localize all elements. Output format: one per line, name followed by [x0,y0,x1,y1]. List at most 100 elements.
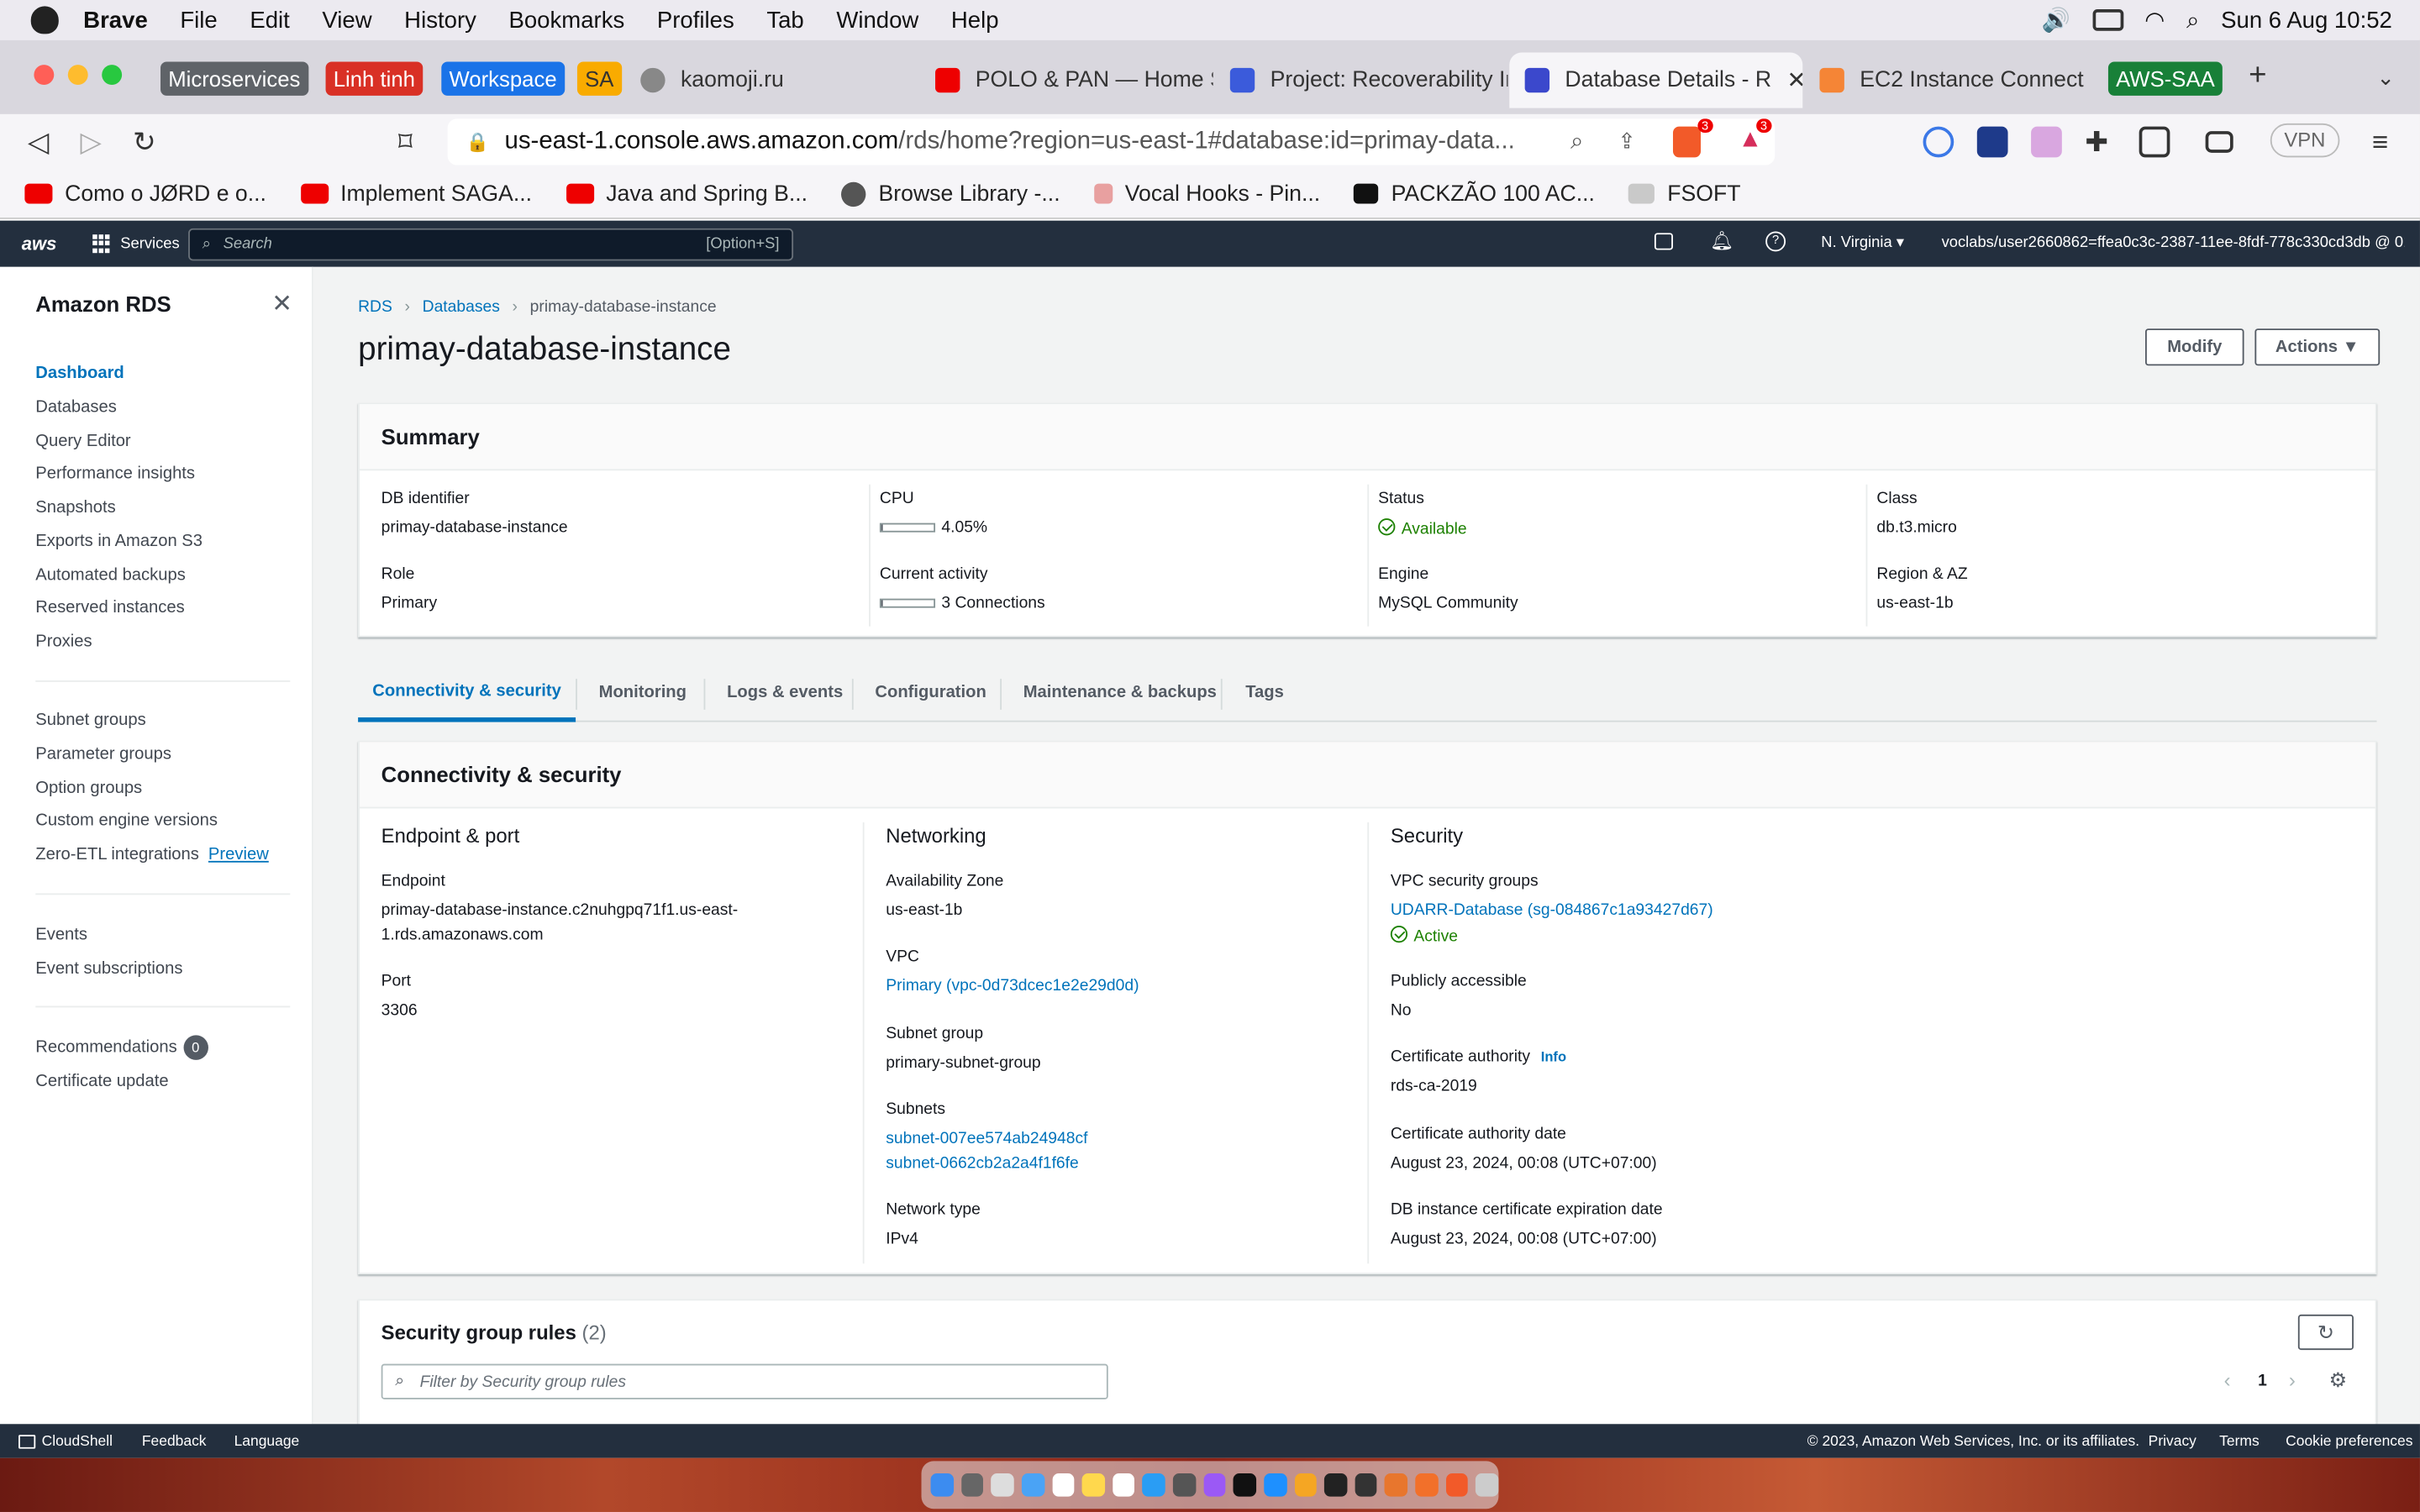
tab-group-workspace[interactable]: Workspace [441,61,565,96]
sidebar-item-option-groups[interactable]: Option groups [35,780,142,798]
breadcrumb-databases[interactable]: Databases [423,297,500,316]
tab-maintenance-backups[interactable]: Maintenance & backups [1023,664,1217,722]
share-icon[interactable]: ⇪ [1618,128,1636,154]
menu-bookmarks[interactable]: Bookmarks [508,7,624,33]
finder-icon[interactable] [930,1473,954,1497]
tab-project-recoverability[interactable]: Project: Recoverability In [1214,52,1507,108]
photos-icon[interactable] [1112,1473,1135,1497]
bookmark[interactable]: Browse Library -... [841,181,1060,207]
reload-icon[interactable]: ↻ [133,127,156,160]
extension-icon[interactable] [1976,126,2008,158]
modify-button[interactable]: Modify [2145,328,2244,366]
breadcrumb-rds[interactable]: RDS [358,297,392,316]
sidebar-item-certificate-update[interactable]: Certificate update [35,1073,168,1091]
cloudshell-icon[interactable] [1654,233,1673,250]
menu-help[interactable]: Help [951,7,999,33]
extension-icon[interactable] [2031,126,2062,158]
sidebar-item-events[interactable]: Events [35,926,87,944]
address-bar[interactable]: 🔒 us-east-1.console.aws.amazon.com /rds/… [447,118,1776,165]
cloudshell-link[interactable]: CloudShell [42,1432,113,1449]
close-window-icon[interactable] [34,65,55,86]
forward-icon[interactable]: ▷ [81,127,102,160]
tab-polo-pan[interactable]: POLO & PAN — Home Sw [920,52,1213,108]
bookmark-folder[interactable]: FSOFT [1628,181,1741,206]
sidebar-item-subnet-groups[interactable]: Subnet groups [35,711,145,730]
settings-icon[interactable] [1172,1473,1196,1497]
menu-tab[interactable]: Tab [766,7,803,33]
info-link[interactable]: Info [1541,1049,1566,1064]
zoom-icon[interactable]: ⌕ [1570,128,1583,154]
battery-icon[interactable] [2091,9,2123,31]
apple-icon[interactable] [30,6,59,34]
refresh-button[interactable]: ↻ [2297,1314,2354,1351]
actions-button[interactable]: Actions ▼ [2254,328,2381,366]
sidebar-item-exports-s3[interactable]: Exports in Amazon S3 [35,533,203,551]
tv-icon[interactable] [1233,1473,1256,1497]
tab-database-details[interactable]: Database Details - R ✕ [1509,52,1803,108]
new-tab-icon[interactable]: + [2249,59,2266,94]
sublime-icon[interactable] [1415,1473,1439,1497]
sidebar-item-performance-insights[interactable]: Performance insights [35,465,195,483]
account-menu[interactable]: voclabs/user2660862=ffea0c3c-2387-11ee-8… [1942,234,2405,251]
subnet-link[interactable]: subnet-007ee574ab24948cf [886,1129,1087,1147]
spotlight-icon[interactable]: ⌕ [2186,7,2199,33]
extension-icon[interactable] [1923,126,1954,158]
subnet-link[interactable]: subnet-0662cb2a2a4f1f6fe [886,1154,1079,1173]
feedback-link[interactable]: Feedback [142,1432,207,1449]
tab-logs-events[interactable]: Logs & events [727,664,843,722]
sidebar-item-custom-engine-versions[interactable]: Custom engine versions [35,811,218,830]
launchpad-icon[interactable] [960,1473,984,1497]
menu-view[interactable]: View [322,7,371,33]
tab-kaomoji[interactable]: kaomoji.ru [625,52,918,108]
calendar-icon[interactable] [1051,1473,1075,1497]
brave-shields-icon[interactable] [1672,126,1702,158]
app-store-icon[interactable] [1264,1473,1286,1497]
bookmark[interactable]: Implement SAGA... [300,181,532,206]
menu-window[interactable]: Window [836,7,918,33]
app-grid-icon[interactable] [991,1473,1014,1497]
minimize-window-icon[interactable] [67,65,88,86]
next-page-icon[interactable]: › [2289,1368,2296,1392]
volume-icon[interactable]: 🔊 [2042,6,2070,34]
terms-link[interactable]: Terms [2219,1433,2260,1450]
clock[interactable]: Sun 6 Aug 10:52 [2221,7,2392,33]
page-number[interactable]: 1 [2258,1372,2267,1390]
sidebar-item-snapshots[interactable]: Snapshots [35,498,115,517]
bookmark-icon[interactable]: ⌑ [398,127,413,160]
bookmark[interactable]: Como o JØRD e o... [24,181,266,206]
help-icon[interactable]: ? [1765,231,1786,252]
menu-file[interactable]: File [180,7,217,33]
vpc-link[interactable]: Primary (vpc-0d73dcec1e2e29d0d) [886,977,1139,995]
back-icon[interactable]: ◁ [28,127,49,160]
aws-logo[interactable]: aws [22,233,74,255]
iterm-icon[interactable] [1355,1473,1378,1497]
tab-ec2-instance-connect[interactable]: EC2 Instance Connect [1804,52,2097,108]
previous-page-icon[interactable]: ‹ [2224,1368,2231,1392]
tab-group-sa[interactable]: SA [576,61,622,96]
menu-edit[interactable]: Edit [250,7,289,33]
bookmark[interactable]: Java and Spring B... [566,181,808,206]
vpn-button[interactable]: VPN [2270,123,2339,158]
safari-icon[interactable] [1021,1473,1044,1497]
aws-search-input[interactable]: ⌕ Search [Option+S] [188,228,794,261]
menu-profiles[interactable]: Profiles [657,7,734,33]
tab-search-chevron-icon[interactable]: ⌄ [2377,65,2396,91]
security-group-link[interactable]: UDARR-Database (sg-084867c1a93427d67) [1391,901,1713,920]
brave-icon[interactable] [1445,1473,1469,1497]
sidebar-item-reserved-instances[interactable]: Reserved instances [35,599,184,617]
language-link[interactable]: Language [234,1432,300,1449]
preview-link[interactable]: Preview [208,846,269,864]
tab-configuration[interactable]: Configuration [875,664,986,722]
sidebar-item-event-subscriptions[interactable]: Event subscriptions [35,959,182,978]
tab-connectivity-security[interactable]: Connectivity & security [358,664,576,722]
app-icon[interactable] [1294,1473,1317,1497]
settings-gear-icon[interactable]: ⚙ [2329,1368,2347,1393]
tab-group-linh-tinh[interactable]: Linh tinh [325,61,424,96]
trash-icon[interactable] [1476,1473,1499,1497]
tab-group-microservices[interactable]: Microservices [160,61,308,96]
sidebar-item-query-editor[interactable]: Query Editor [35,432,130,450]
close-tab-icon[interactable]: ✕ [1786,66,1802,94]
sidebar-item-parameter-groups[interactable]: Parameter groups [35,745,171,764]
tab-tags[interactable]: Tags [1245,664,1284,722]
notifications-bell-icon[interactable]: 🔔︎ [1710,230,1733,252]
